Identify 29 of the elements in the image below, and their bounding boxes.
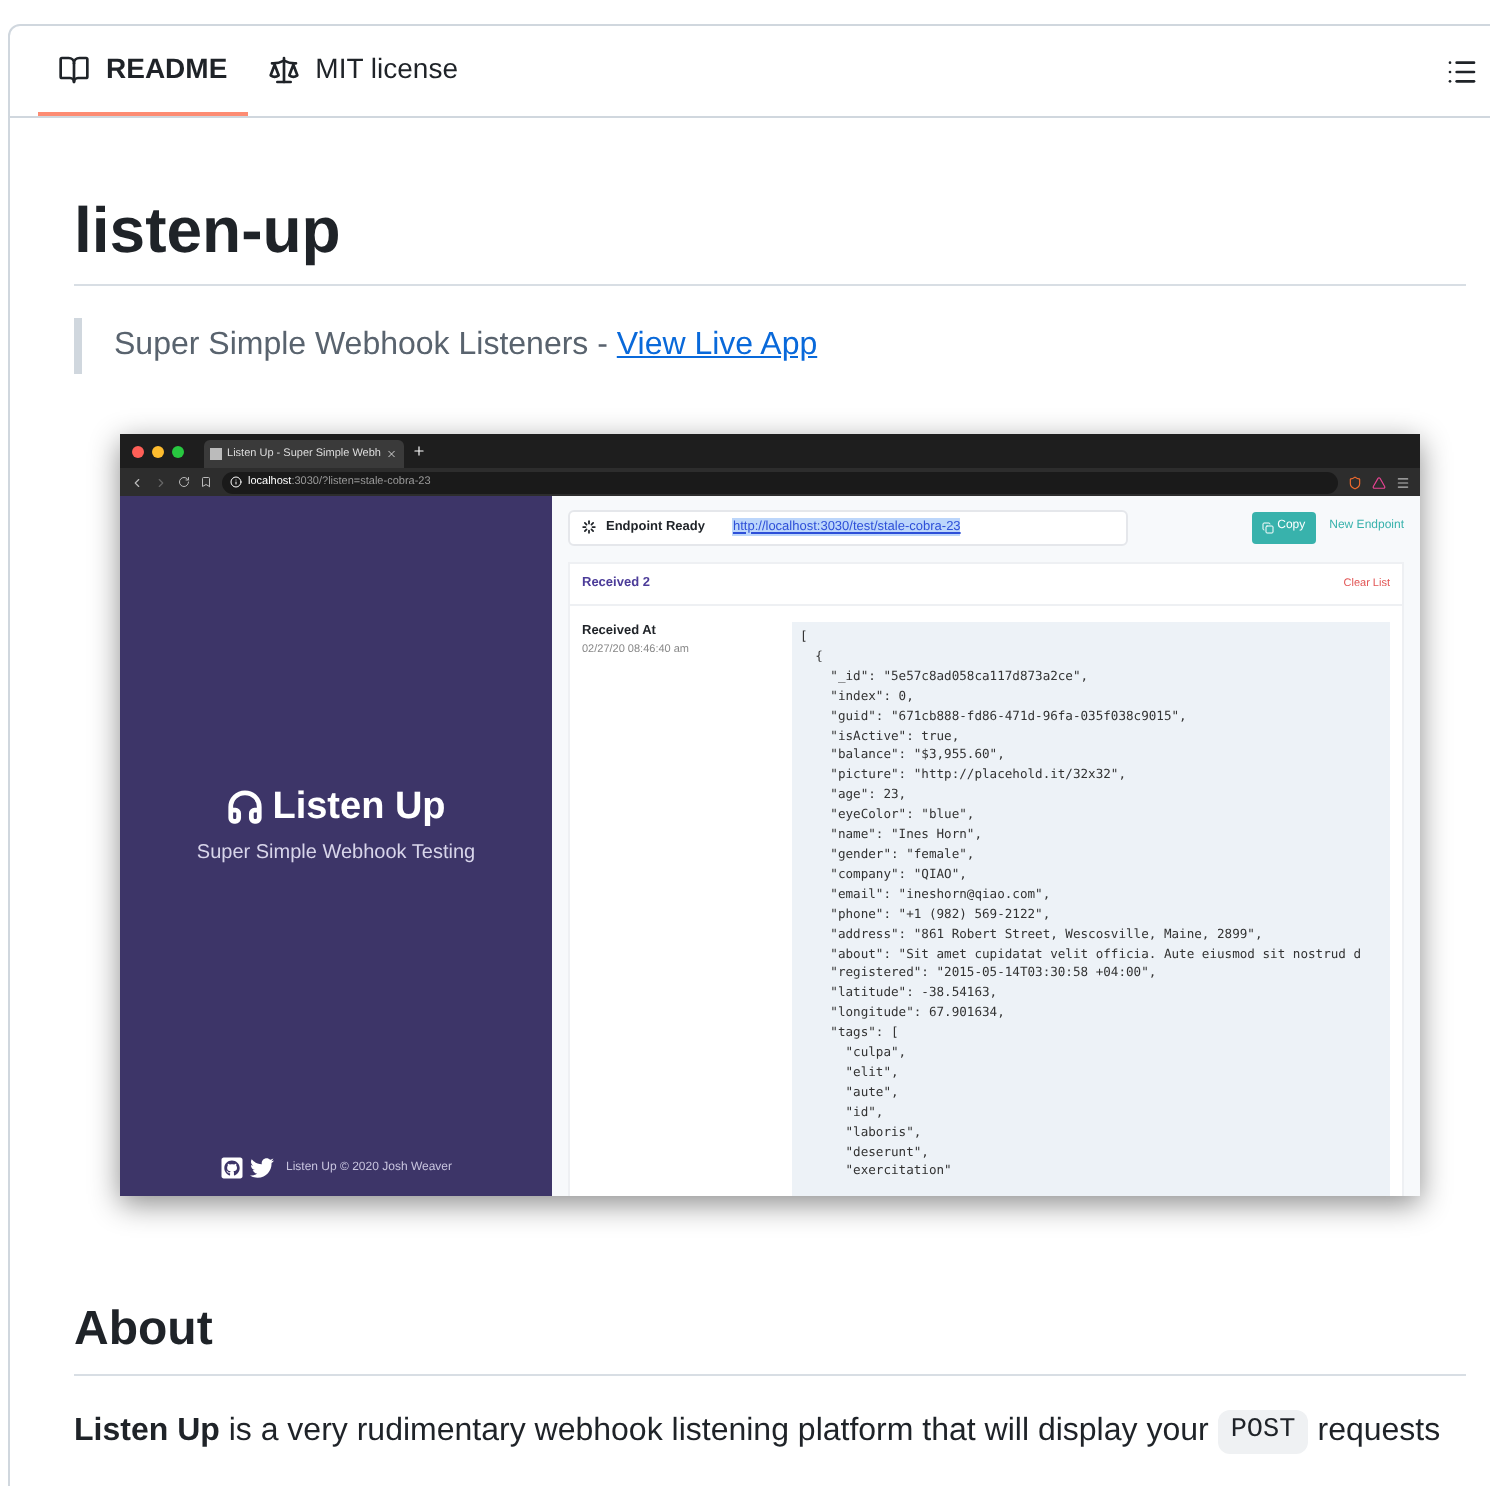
live-app-link[interactable]: View Live App [616,322,818,370]
back-icon[interactable] [130,475,144,489]
github-icon[interactable] [219,1156,244,1180]
close-icon[interactable] [386,448,398,460]
reload-icon[interactable] [178,476,190,488]
about-heading: About [74,1300,1466,1376]
book-icon [58,53,90,85]
twitter-icon[interactable] [249,1156,274,1180]
shield-icon[interactable] [1348,475,1362,489]
brand-title: Listen Up [272,788,446,826]
menu-icon[interactable] [1396,475,1410,489]
new-tab-icon[interactable] [412,444,426,458]
readme-title: listen-up [74,190,1466,286]
headphones-icon [226,788,265,826]
triangle-icon[interactable] [1372,475,1386,489]
scale-icon [267,53,300,85]
favicon-icon [210,448,222,460]
outline-icon[interactable] [1446,55,1478,87]
about-text: Listen Up is a very rudimentary webhook listening platform that will display your [74,1412,1209,1452]
bookmark-icon[interactable] [200,476,212,488]
tab[interactable]: README [38,26,248,116]
inline-code: POST [1218,1409,1308,1455]
copy-icon [1261,521,1274,533]
about-text-end: requests [1317,1412,1441,1452]
loader-icon [582,520,596,534]
tagline: Super Simple Webhook Testing [196,840,476,868]
quote-text: Super Simple Webhook Listeners - [114,326,610,366]
info-icon [230,476,242,488]
tab[interactable]: MIT license [247,26,478,116]
